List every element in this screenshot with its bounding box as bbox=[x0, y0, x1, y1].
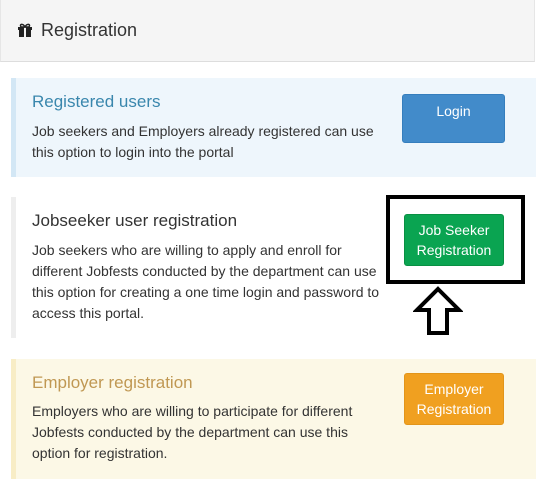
highlight-box bbox=[386, 195, 525, 284]
employer-button-line2: Registration bbox=[416, 401, 492, 417]
page-title: Registration bbox=[41, 20, 138, 40]
employer-button-line1: Employer bbox=[424, 381, 484, 397]
employer-registration-title: Employer registration bbox=[32, 373, 193, 392]
jobseeker-registration-title: Jobseeker user registration bbox=[32, 211, 238, 230]
jobseeker-registration-description: Job seekers who are willing to apply and… bbox=[32, 242, 380, 321]
login-button[interactable]: Login bbox=[402, 94, 505, 143]
gift-icon bbox=[18, 23, 32, 37]
employer-registration-description: Employers who are willing to participate… bbox=[32, 403, 353, 461]
up-arrow-icon bbox=[413, 286, 463, 335]
page-header: Registration bbox=[0, 0, 535, 62]
login-button-label: Login bbox=[436, 103, 471, 119]
registered-users-description: Job seekers and Employers already regist… bbox=[32, 123, 374, 160]
employer-registration-button[interactable]: Employer Registration bbox=[404, 373, 504, 425]
registered-users-title: Registered users bbox=[32, 92, 161, 111]
